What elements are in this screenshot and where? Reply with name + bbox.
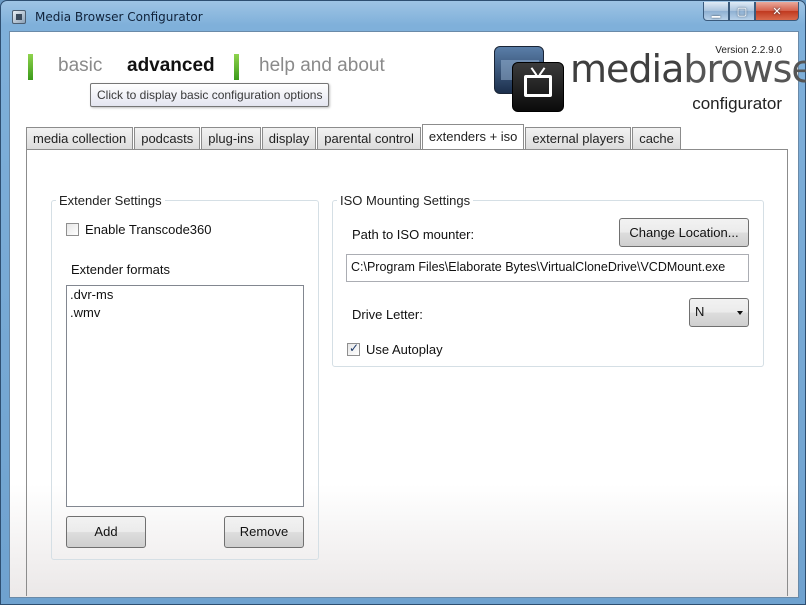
list-item[interactable]: .wmv — [67, 304, 303, 322]
extender-formats-list[interactable]: .dvr-ms .wmv — [66, 285, 304, 507]
tab-strip: media collection podcasts plug-ins displ… — [26, 124, 682, 149]
drive-letter-select[interactable]: N — [689, 298, 749, 327]
window-title: Media Browser Configurator — [35, 10, 203, 24]
iso-mounting-group: ISO Mounting Settings Path to ISO mounte… — [332, 193, 764, 367]
drive-letter-label: Drive Letter: — [352, 307, 423, 322]
nav-accent-bar — [234, 54, 239, 80]
extender-settings-legend: Extender Settings — [56, 193, 165, 208]
tv-icon — [512, 62, 564, 112]
enable-transcode360-checkbox[interactable]: Enable Transcode360 — [66, 222, 211, 237]
tab-extenders-iso[interactable]: extenders + iso — [421, 124, 525, 149]
iso-path-field[interactable]: C:\Program Files\Elaborate Bytes\Virtual… — [346, 254, 749, 282]
tab-cache[interactable]: cache — [632, 127, 681, 149]
close-icon: ✕ — [772, 5, 782, 18]
tab-external-players[interactable]: external players — [525, 127, 632, 149]
logo: Version 2.2.9.0 mediabrowser configurato… — [494, 45, 806, 117]
tab-page-extenders-iso: Extender Settings Enable Transcode360 Ex… — [26, 149, 788, 596]
list-item[interactable]: .dvr-ms — [67, 286, 303, 304]
close-button[interactable]: ✕ — [755, 2, 799, 21]
maximize-button[interactable]: ▢ — [729, 2, 755, 21]
use-autoplay-label: Use Autoplay — [366, 342, 443, 357]
nav-accent-bar — [28, 54, 33, 80]
caption-buttons: ▁ ▢ ✕ — [703, 2, 799, 21]
maximize-icon: ▢ — [736, 5, 748, 18]
tab-media-collection[interactable]: media collection — [26, 127, 134, 149]
extender-settings-group: Extender Settings Enable Transcode360 Ex… — [51, 193, 319, 560]
path-to-iso-label: Path to ISO mounter: — [352, 227, 475, 242]
title-bar[interactable]: Media Browser Configurator ▁ ▢ ✕ — [1, 1, 805, 33]
nav-basic[interactable]: basic — [58, 55, 102, 77]
app-icon — [12, 10, 26, 24]
change-location-button[interactable]: Change Location... — [619, 218, 749, 247]
nav-advanced[interactable]: advanced — [127, 55, 215, 77]
enable-transcode360-label: Enable Transcode360 — [85, 222, 212, 237]
iso-mounting-legend: ISO Mounting Settings — [337, 193, 474, 208]
brand-subtitle: configurator — [692, 94, 782, 113]
checkbox-checked-icon — [347, 341, 360, 356]
drive-letter-value: N — [695, 304, 705, 319]
tab-parental-control[interactable]: parental control — [317, 127, 421, 149]
tab-display[interactable]: display — [261, 127, 317, 149]
tooltip: Click to display basic configuration opt… — [90, 83, 330, 107]
minimize-button[interactable]: ▁ — [703, 2, 729, 21]
brand-name: mediabrowser — [570, 47, 806, 91]
use-autoplay-checkbox[interactable]: Use Autoplay — [347, 341, 443, 357]
checkbox-icon — [66, 223, 79, 236]
add-format-button[interactable]: Add — [66, 516, 146, 548]
client-area: basic advanced help and about Click to d… — [9, 31, 806, 598]
tab-plug-ins[interactable]: plug-ins — [201, 127, 261, 149]
extender-formats-label: Extender formats — [71, 262, 170, 277]
minimize-icon: ▁ — [711, 5, 721, 18]
app-window: Media Browser Configurator ▁ ▢ ✕ basic a… — [0, 0, 806, 605]
nav-help-and-about[interactable]: help and about — [259, 55, 385, 77]
remove-format-button[interactable]: Remove — [224, 516, 304, 548]
tab-podcasts[interactable]: podcasts — [134, 127, 201, 149]
chevron-down-icon — [737, 311, 743, 315]
